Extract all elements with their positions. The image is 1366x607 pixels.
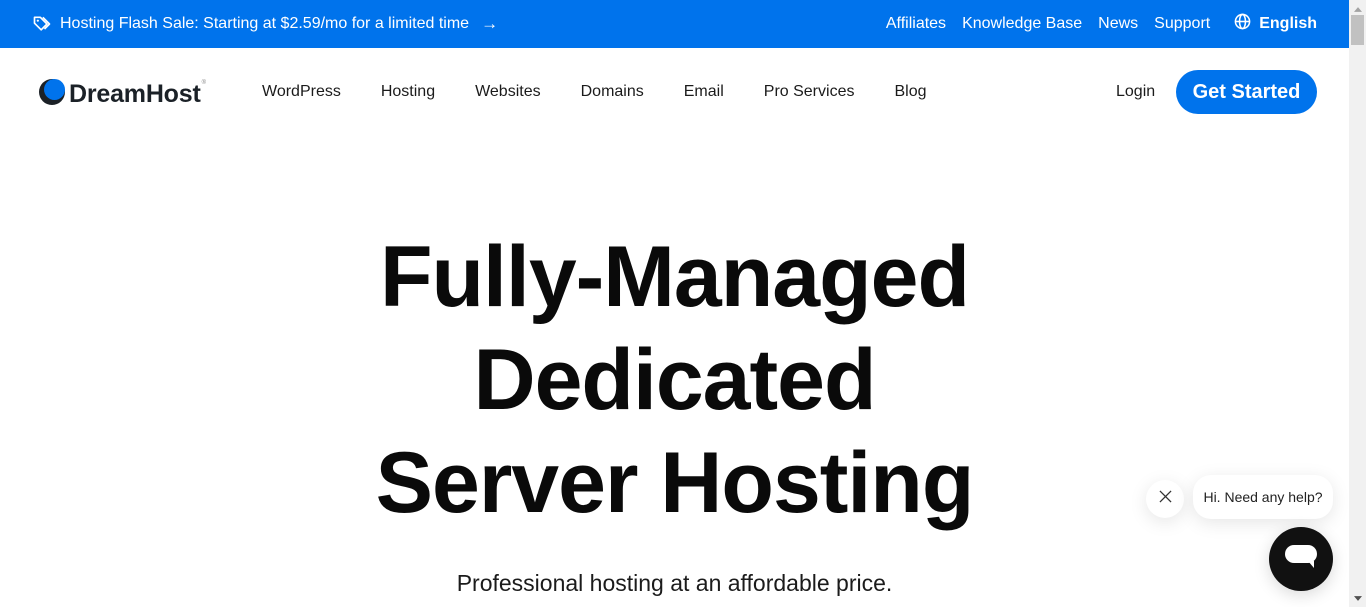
login-link[interactable]: Login xyxy=(1116,48,1155,136)
hero-subtitle: Professional hosting at an affordable pr… xyxy=(456,570,893,596)
logo-text: DreamHost xyxy=(69,80,201,108)
chat-greeting-text: Hi. Need any help? xyxy=(1203,489,1323,505)
registered-mark: ® xyxy=(201,80,206,86)
globe-icon xyxy=(1234,13,1251,35)
nav-item-blog[interactable]: Blog xyxy=(894,83,926,101)
promo-text: Hosting Flash Sale: Starting at $2.59/mo… xyxy=(60,15,470,32)
hero-title-line: Server Hosting xyxy=(375,435,975,531)
chat-greeting-bubble[interactable]: Hi. Need any help? xyxy=(1193,475,1333,519)
tag-icon xyxy=(32,14,52,34)
utility-link-news[interactable]: News xyxy=(1098,15,1138,33)
scroll-down-arrow-icon[interactable] xyxy=(1349,591,1366,605)
language-selector[interactable]: English xyxy=(1234,13,1317,35)
utility-link-affiliates[interactable]: Affiliates xyxy=(886,15,946,33)
nav-item-domains[interactable]: Domains xyxy=(581,83,644,101)
hero-title: Fully-Managed Dedicated Server Hosting xyxy=(0,226,1349,535)
hero-title-line: Dedicated xyxy=(473,332,876,428)
nav-item-websites[interactable]: Websites xyxy=(475,83,541,101)
utility-nav: Affiliates Knowledge Base News Support E… xyxy=(870,0,1317,48)
close-icon xyxy=(1158,490,1172,508)
logo[interactable]: DreamHost ® xyxy=(38,78,206,111)
chat-dismiss-button[interactable] xyxy=(1146,480,1184,518)
nav-item-wordpress[interactable]: WordPress xyxy=(262,83,341,101)
hero-title-line: Fully-Managed xyxy=(379,229,970,325)
main-header: DreamHost ® WordPress Hosting Websites D… xyxy=(0,48,1349,136)
chat-icon xyxy=(1284,542,1318,577)
arrow-right-icon: → xyxy=(481,14,499,33)
utility-link-knowledge-base[interactable]: Knowledge Base xyxy=(962,15,1082,33)
chat-launcher-button[interactable] xyxy=(1269,527,1333,591)
nav-item-pro-services[interactable]: Pro Services xyxy=(764,83,855,101)
page-viewport: Hosting Flash Sale: Starting at $2.59/mo… xyxy=(0,0,1349,607)
dreamhost-moon-icon xyxy=(38,78,66,111)
language-label: English xyxy=(1259,15,1317,32)
main-nav: WordPress Hosting Websites Domains Email… xyxy=(262,48,927,136)
promo-link[interactable]: Hosting Flash Sale: Starting at $2.59/mo… xyxy=(32,0,498,48)
utility-link-support[interactable]: Support xyxy=(1154,15,1210,33)
scroll-up-arrow-icon[interactable] xyxy=(1349,2,1366,16)
scrollbar-thumb[interactable] xyxy=(1351,15,1364,45)
nav-item-hosting[interactable]: Hosting xyxy=(381,83,435,101)
promo-bar: Hosting Flash Sale: Starting at $2.59/mo… xyxy=(0,0,1349,48)
vertical-scrollbar[interactable] xyxy=(1349,0,1366,607)
get-started-button[interactable]: Get Started xyxy=(1176,70,1317,114)
nav-item-email[interactable]: Email xyxy=(684,83,724,101)
